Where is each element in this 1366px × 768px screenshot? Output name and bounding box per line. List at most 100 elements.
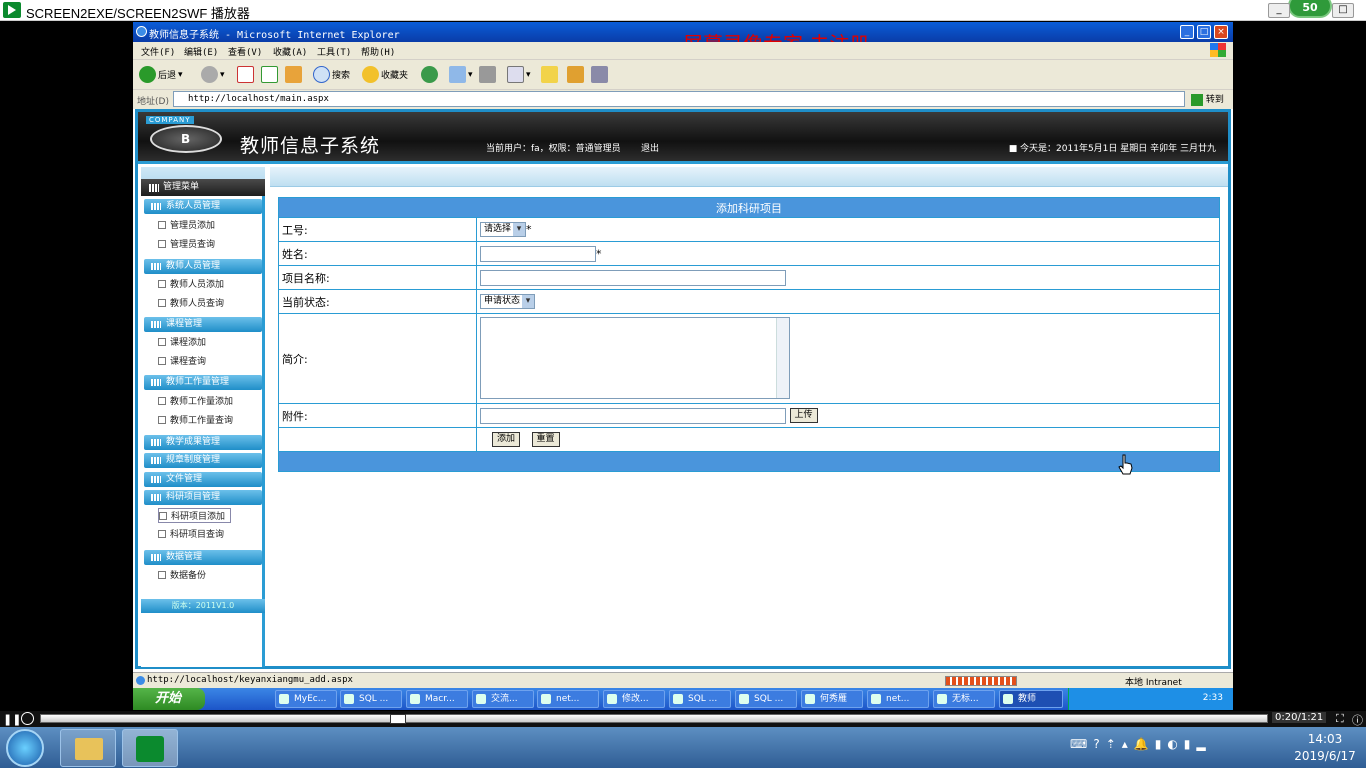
- intro-textarea[interactable]: [480, 317, 790, 399]
- project-name-input[interactable]: [480, 269, 786, 286]
- explorer-taskbar-button[interactable]: [60, 729, 116, 767]
- status-select[interactable]: 申请状态: [480, 294, 536, 309]
- menu-view[interactable]: 查看(V): [228, 45, 262, 58]
- add-button[interactable]: 添加: [492, 432, 521, 447]
- menu-favorites[interactable]: 收藏(A): [273, 45, 307, 58]
- task-button[interactable]: SQL ...: [340, 690, 402, 708]
- seek-knob[interactable]: [390, 714, 406, 724]
- stop-icon: [237, 66, 254, 83]
- taskbar-clock: 14:03 2019/6/17: [1294, 732, 1356, 763]
- logo: [150, 125, 222, 153]
- history-icon: [421, 66, 438, 83]
- sidebar-item-admin-query[interactable]: 管理员查询: [158, 237, 215, 250]
- tray-icons[interactable]: ⌨?⇡▴🔔▮◐▮▂: [1070, 737, 1212, 751]
- sidebar-item-course-add[interactable]: 课程添加: [158, 335, 206, 348]
- fullscreen-icon[interactable]: ⛶: [1336, 712, 1344, 726]
- sidebar-item-workload-query[interactable]: 教师工作量查询: [158, 413, 233, 426]
- sidebar-item-data-backup[interactable]: 数据备份: [158, 568, 206, 581]
- ie-window: 教师信息子系统 - Microsoft Internet Explorer 屏幕…: [133, 22, 1233, 710]
- task-button[interactable]: SQL ...: [669, 690, 731, 708]
- task-button[interactable]: SQL ...: [735, 690, 797, 708]
- page-viewport: COMPANY 教师信息子系统 当前用户：fa，权限：普通管理员 退出 ■ 今天…: [133, 109, 1233, 672]
- mail-button[interactable]: ▾: [449, 66, 473, 83]
- task-button[interactable]: 交流...: [472, 690, 534, 708]
- folder-icon: [541, 66, 558, 83]
- xingming-input[interactable]: [480, 245, 596, 262]
- home-icon: [285, 66, 302, 83]
- player-taskbar-button[interactable]: [122, 729, 178, 767]
- info-icon[interactable]: ⓘ: [1352, 712, 1363, 728]
- seek-bar[interactable]: [40, 714, 1268, 724]
- edit-button[interactable]: ▾: [507, 66, 531, 83]
- reset-button[interactable]: 重置: [531, 432, 560, 447]
- pause-icon[interactable]: ❚❚: [3, 713, 21, 726]
- minimize-button[interactable]: _: [1268, 3, 1290, 18]
- section-system-staff[interactable]: 系统人员管理: [144, 199, 262, 214]
- fujian-label: 附件:: [278, 403, 477, 428]
- section-teacher-staff[interactable]: 教师人员管理: [144, 259, 262, 274]
- button-row-spacer: [278, 427, 477, 452]
- ie-close-button[interactable]: ×: [1214, 25, 1228, 39]
- go-button[interactable]: 转到: [1191, 92, 1224, 106]
- logout-link[interactable]: 退出: [641, 141, 659, 154]
- address-input[interactable]: http://localhost/main.aspx: [173, 91, 1185, 107]
- maximize-button[interactable]: □: [1332, 3, 1354, 18]
- stop-button[interactable]: [237, 66, 254, 83]
- search-button[interactable]: 搜索: [313, 66, 350, 83]
- windows-start-orb[interactable]: [6, 729, 44, 767]
- task-button[interactable]: 何秀雁: [801, 690, 863, 708]
- section-files[interactable]: 文件管理: [144, 472, 262, 487]
- windows-flag-icon: [1210, 43, 1226, 57]
- forward-button[interactable]: ▾: [201, 66, 225, 83]
- menu-file[interactable]: 文件(F): [141, 45, 175, 58]
- back-button[interactable]: 后退 ▾: [139, 66, 183, 83]
- ie-minimize-button[interactable]: _: [1180, 25, 1194, 39]
- research-button[interactable]: [567, 66, 584, 83]
- button-cell: 添加 重置: [476, 427, 1220, 452]
- ie-maximize-button[interactable]: □: [1197, 25, 1211, 39]
- print-button[interactable]: [479, 66, 496, 83]
- menu-help[interactable]: 帮助(H): [361, 45, 395, 58]
- xiangmu-label: 项目名称:: [278, 265, 477, 290]
- section-workload[interactable]: 教师工作量管理: [144, 375, 262, 390]
- menu-tools[interactable]: 工具(T): [317, 45, 351, 58]
- jianjie-label: 简介:: [278, 313, 477, 404]
- upload-button[interactable]: 上传: [789, 408, 818, 423]
- task-button[interactable]: net...: [867, 690, 929, 708]
- task-button[interactable]: MyEc...: [275, 690, 337, 708]
- player-title-bar: SCREEN2EXE/SCREEN2SWF 播放器 50 _ □: [0, 0, 1366, 21]
- sidebar-item-workload-add[interactable]: 教师工作量添加: [158, 394, 233, 407]
- favorites-button[interactable]: 收藏夹: [362, 66, 408, 83]
- sidebar-item-teacher-query[interactable]: 教师人员查询: [158, 296, 224, 309]
- start-button[interactable]: 开始: [133, 688, 205, 710]
- sidebar-item-research-query[interactable]: 科研项目查询: [158, 527, 224, 540]
- player-control-bar: ❚❚ 0:20/1:21 ⛶ ⓘ: [0, 711, 1366, 727]
- gonghao-select[interactable]: 请选择: [480, 222, 527, 237]
- menu-edit[interactable]: 编辑(E): [184, 45, 218, 58]
- history-button[interactable]: [421, 66, 438, 83]
- sidebar-item-research-add[interactable]: 科研项目添加: [158, 508, 232, 523]
- task-button[interactable]: 无标...: [933, 690, 995, 708]
- home-button[interactable]: [285, 66, 302, 83]
- company-label: COMPANY: [146, 116, 194, 124]
- task-button-active[interactable]: 教师: [999, 690, 1063, 708]
- attachment-input[interactable]: [480, 407, 786, 424]
- messenger-button[interactable]: [591, 66, 608, 83]
- sidebar-item-admin-add[interactable]: 管理员添加: [158, 218, 215, 231]
- stop-icon[interactable]: [21, 712, 34, 725]
- section-data[interactable]: 数据管理: [144, 550, 262, 565]
- zhuangtai-label: 当前状态:: [278, 289, 477, 314]
- sidebar-item-teacher-add[interactable]: 教师人员添加: [158, 277, 224, 290]
- task-button[interactable]: 修改...: [603, 690, 665, 708]
- task-button[interactable]: Macr...: [406, 690, 468, 708]
- section-research[interactable]: 科研项目管理: [144, 490, 262, 505]
- section-teaching-results[interactable]: 教学成果管理: [144, 435, 262, 450]
- ie-icon: [136, 26, 147, 37]
- section-regulations[interactable]: 规章制度管理: [144, 453, 262, 468]
- forward-arrow-icon: [201, 66, 218, 83]
- sidebar-item-course-query[interactable]: 课程查询: [158, 354, 206, 367]
- discuss-button[interactable]: [541, 66, 558, 83]
- refresh-button[interactable]: [261, 66, 278, 83]
- section-course[interactable]: 课程管理: [144, 317, 262, 332]
- task-button[interactable]: net...: [537, 690, 599, 708]
